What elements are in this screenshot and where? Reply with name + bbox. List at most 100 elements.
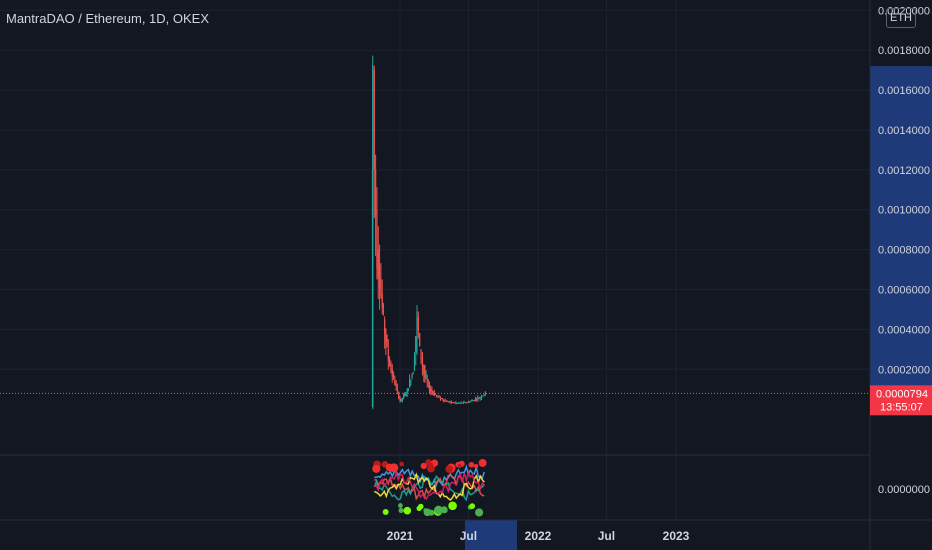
candle-body [410,381,412,383]
candle-body [447,401,449,403]
candle-body [427,382,429,384]
candle-body [448,401,450,403]
candle-body [412,373,414,375]
indicator-signal-dot [469,503,476,509]
price-tags: 0.000079413:55:07 [870,385,932,416]
indicator-signal-dot [434,505,443,515]
candle-body [377,249,379,279]
bar-countdown: 13:55:07 [880,401,923,413]
candle-body [396,388,399,391]
candle-body [380,279,382,296]
candle-body [479,397,481,399]
indicator-signal-dot [475,508,484,517]
candle-body [433,392,435,396]
candle-body [387,349,389,361]
candle-body [439,397,442,400]
candle-body [415,336,417,352]
candle-body [426,379,428,382]
currency-badge[interactable]: ETH [886,8,916,28]
candle-body [451,402,454,403]
candle-body [372,65,374,408]
indicator-signal-dot [445,465,454,473]
indicator-signal-dot [457,464,462,469]
candle-body [467,401,470,403]
candle-body [384,319,386,333]
indicator-signal-dot [478,459,487,467]
candle-body [395,383,397,387]
indicator-signal-dot [416,505,422,512]
price-range-highlight [870,66,932,394]
candle-body [465,402,467,404]
candle-body [431,390,433,392]
indicator-signal-dot [428,462,434,467]
candle-body [376,209,378,269]
candle-body [476,399,478,400]
candle-body [413,358,416,370]
candle-body [386,339,388,346]
candle-body [375,169,377,215]
candle-body [484,391,487,395]
candle-body [471,400,473,402]
candle-body [461,402,463,404]
candle-body [441,398,443,399]
candle-body [450,401,452,402]
candle-body [428,386,431,392]
price-scale-label: 0.0018000 [878,45,930,57]
time-axis-label: 2021 [387,529,414,543]
price-scale-label: 0.0006000 [878,284,930,296]
price-scale-label: 0.0004000 [878,324,930,336]
candle-body [402,395,405,398]
candle-body [474,398,477,400]
candle-body [449,401,451,403]
indicator-signal-dot [382,509,389,515]
candle-body [454,402,456,404]
candle-body [390,364,392,370]
indicator-signal-dot [372,464,381,473]
candle-body [424,373,426,377]
candle-body [392,374,395,377]
candle-body [421,357,424,367]
candle-body [382,309,385,313]
time-axis-label: 2023 [663,529,690,543]
candle-body [473,400,475,401]
candle-body [425,376,427,378]
candle-body [391,369,393,377]
candle-body [482,395,484,397]
candle-body [411,374,413,379]
candle-body [469,402,471,403]
candle-body [394,379,396,385]
candle-body [416,312,418,335]
indicator-signal-dot [398,507,404,513]
price-scale-label: 0.0014000 [878,125,930,137]
candle-body [419,333,421,347]
price-scale-label: 0.0010000 [878,205,930,217]
candle-body [470,401,472,402]
candle-body [443,399,445,402]
price-scale-label: 0.0016000 [878,85,930,97]
candle-body [456,402,458,404]
candle-body [401,398,403,400]
candle-body [404,393,406,397]
candle-body [430,389,432,391]
indicator-signal-dot [403,506,412,515]
indicator-signal-dot [398,503,403,508]
candle-body [420,349,422,360]
candle-body [457,402,459,404]
price-scale-label: 0.0012000 [878,165,930,177]
candle-body [436,395,438,397]
indicator-signal-dot [448,501,457,511]
current-price-value: 0.0000794 [876,388,928,400]
time-axis-label: Jul [598,529,615,543]
candle-body [389,359,391,367]
candle-body [459,402,461,404]
candle-body [455,402,457,404]
candle-body [434,394,437,396]
candle-body [417,317,419,331]
candle-body [438,396,440,398]
indicator-scale-label: 0.0000000 [878,484,930,496]
candle-body [460,402,462,404]
candle-body [378,264,381,290]
candle-body [407,388,409,392]
price-chart[interactable]: 0.0002000 0.0004000 0.0006000 0.0008000 0.00… [0,0,932,550]
candle-body [381,294,383,309]
